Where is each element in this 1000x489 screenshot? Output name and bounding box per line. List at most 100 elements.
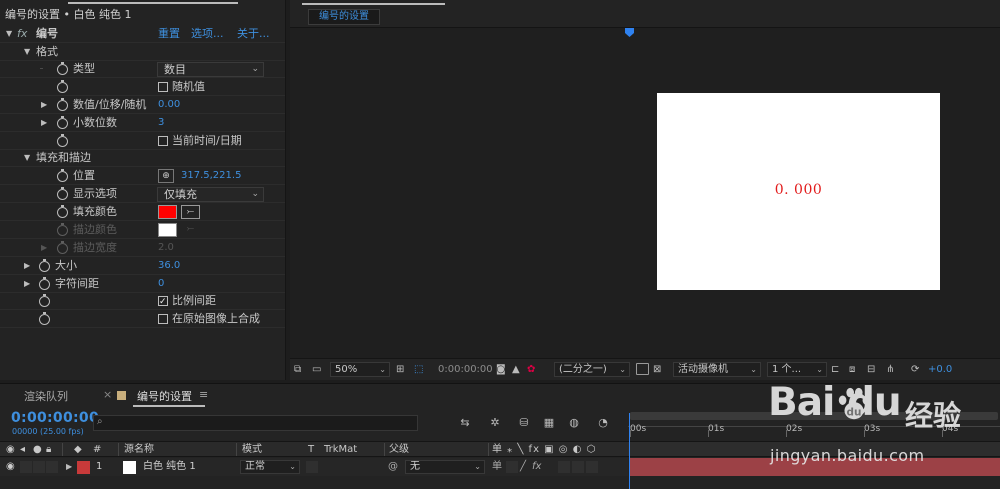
expand-triangle-icon[interactable]: ▶	[41, 96, 47, 114]
pick-whip-icon[interactable]: @	[388, 458, 398, 476]
layer-duration-bar[interactable]	[630, 458, 1000, 476]
resolution-dropdown[interactable]: (二分之一) ⌄	[554, 362, 630, 377]
audio-toggle[interactable]	[20, 461, 32, 473]
adjustment-switch[interactable]	[586, 461, 598, 473]
shy-switch-icon[interactable]: 单	[492, 458, 502, 476]
stopwatch-icon[interactable]	[57, 205, 68, 218]
close-icon[interactable]: ×	[103, 388, 112, 401]
stopwatch-icon[interactable]	[39, 259, 50, 272]
format-group-row[interactable]: ▼ 格式	[0, 43, 285, 61]
options-link[interactable]: 选项...	[191, 25, 224, 43]
stopwatch-icon[interactable]	[57, 116, 68, 129]
preserve-transparency-toggle[interactable]	[306, 461, 318, 473]
fill-color-swatch[interactable]	[158, 205, 177, 219]
comp-mini-flowchart-icon[interactable]: ⇆	[457, 415, 473, 431]
solo-toggle-icon[interactable]: ●	[33, 442, 42, 457]
parent-dropdown[interactable]: 无 ⌄	[405, 460, 485, 474]
lock-toggle-icon[interactable]: 🔒︎	[46, 442, 51, 457]
layer-search-input[interactable]: ⌕	[93, 415, 418, 431]
composite-checkbox[interactable]	[158, 314, 168, 324]
fast-preview-icon[interactable]: ⧈	[849, 362, 855, 377]
effect-switch-icon[interactable]: fx	[532, 458, 541, 476]
size-value[interactable]: 36.0	[158, 257, 180, 275]
collapse-switch[interactable]	[506, 461, 518, 473]
quality-switch-icon[interactable]: ╱	[520, 458, 526, 476]
time-ruler[interactable]: 00s 01s 02s 03s 04s	[628, 412, 1000, 440]
mask-visibility-icon[interactable]: ⬚	[414, 362, 423, 377]
expand-triangle-icon[interactable]: ▶	[24, 275, 30, 293]
camera-snapshot-icon[interactable]: ◙	[496, 362, 506, 377]
playhead-line[interactable]	[629, 413, 630, 489]
about-link[interactable]: 关于...	[237, 25, 270, 43]
color-channels-icon[interactable]: ✿	[527, 362, 535, 377]
stopwatch-icon[interactable]	[57, 187, 68, 200]
value-offset-value[interactable]: 0.00	[158, 96, 180, 114]
crosshair-icon[interactable]: ⊕	[158, 169, 174, 183]
comp-tab[interactable]: 编号的设置	[308, 9, 380, 25]
audio-toggle-icon[interactable]: ◂	[20, 442, 25, 457]
tab-comp[interactable]: 编号的设置	[137, 388, 192, 404]
solo-toggle[interactable]	[33, 461, 45, 473]
label-column-icon[interactable]: ◆	[74, 442, 82, 457]
motion-blur-switch[interactable]	[572, 461, 584, 473]
tab-render-queue[interactable]: 渲染队列	[24, 388, 68, 404]
stopwatch-icon[interactable]	[57, 80, 68, 93]
transparency-grid-icon[interactable]: ⊠	[653, 362, 661, 377]
stopwatch-icon[interactable]	[39, 312, 50, 325]
eyedropper-icon[interactable]: ⤚	[181, 205, 200, 219]
current-time-display[interactable]: 0:00:00:00	[438, 362, 493, 377]
flowchart-icon[interactable]: ⋔	[886, 362, 894, 377]
exposure-reset-icon[interactable]: ⟳	[911, 362, 919, 377]
monitor-icon[interactable]: ▭	[312, 362, 321, 377]
fill-stroke-group-row[interactable]: ▼ 填充和描边	[0, 149, 285, 167]
fx-icon[interactable]: fx	[17, 25, 27, 43]
expand-triangle-icon[interactable]: ▶	[66, 458, 72, 476]
video-toggle-icon[interactable]: ◉	[6, 442, 15, 457]
current-time-checkbox[interactable]	[158, 136, 168, 146]
position-value[interactable]: 317.5,221.5	[181, 167, 241, 185]
camera-dropdown[interactable]: 活动摄像机 ⌄	[673, 362, 761, 377]
blend-mode-dropdown[interactable]: 正常 ⌄	[240, 460, 300, 474]
type-dropdown[interactable]: 数目 ⌄	[157, 62, 264, 77]
graph-editor-icon[interactable]: ◔	[595, 415, 611, 431]
random-checkbox[interactable]	[158, 82, 168, 92]
draft-3d-icon[interactable]: ✲	[487, 415, 503, 431]
stopwatch-icon[interactable]	[57, 62, 68, 75]
lock-toggle[interactable]	[46, 461, 58, 473]
source-name-column[interactable]: 源名称	[124, 442, 154, 457]
stopwatch-icon[interactable]	[57, 98, 68, 111]
layer-label-color[interactable]	[77, 461, 90, 474]
proportional-checkbox[interactable]	[158, 293, 168, 311]
show-snapshot-icon[interactable]: ▲	[512, 362, 520, 377]
always-preview-icon[interactable]: ⧉	[294, 362, 301, 377]
stopwatch-icon[interactable]	[57, 169, 68, 182]
tracking-value[interactable]: 0	[158, 275, 164, 293]
video-eye-icon[interactable]: ◉	[6, 458, 15, 476]
stopwatch-icon[interactable]	[39, 277, 50, 290]
exposure-value[interactable]: +0.0	[928, 362, 952, 377]
toggle-pixel-aspect-icon[interactable]: ⊏	[831, 362, 839, 377]
zoom-dropdown[interactable]: 50% ⌄	[330, 362, 390, 377]
stopwatch-icon[interactable]	[57, 134, 68, 147]
expand-triangle-icon[interactable]: ▼	[24, 149, 30, 167]
effect-row[interactable]: ▼ fx 编号 重置 选项... 关于...	[0, 25, 285, 43]
region-of-interest-icon[interactable]	[636, 363, 649, 375]
frame-blend-switch[interactable]	[558, 461, 570, 473]
expand-triangle-icon[interactable]: ▶	[24, 257, 30, 275]
timeline-timecode[interactable]: 0:00:00:00	[11, 410, 99, 426]
time-navigator-bar[interactable]	[630, 412, 998, 420]
stopwatch-icon[interactable]	[39, 294, 50, 307]
display-options-dropdown[interactable]: 仅填充 ⌄	[157, 187, 264, 202]
composition-canvas[interactable]: 0. 000	[657, 93, 940, 290]
work-area-bar[interactable]	[628, 441, 1000, 457]
hide-shy-layers-icon[interactable]: ⛁	[516, 415, 532, 431]
expand-triangle-icon[interactable]: ▶	[41, 114, 47, 132]
grid-guide-icon[interactable]: ⊞	[396, 362, 404, 377]
views-dropdown[interactable]: 1 个... ⌄	[767, 362, 827, 377]
reset-link[interactable]: 重置	[158, 25, 180, 43]
timeline-icon[interactable]: ⊟	[867, 362, 875, 377]
motion-blur-icon[interactable]: ◍	[566, 415, 582, 431]
panel-menu-icon[interactable]: ≡	[199, 388, 208, 401]
layer-name[interactable]: 白色 纯色 1	[143, 458, 196, 476]
decimals-value[interactable]: 3	[158, 114, 164, 132]
